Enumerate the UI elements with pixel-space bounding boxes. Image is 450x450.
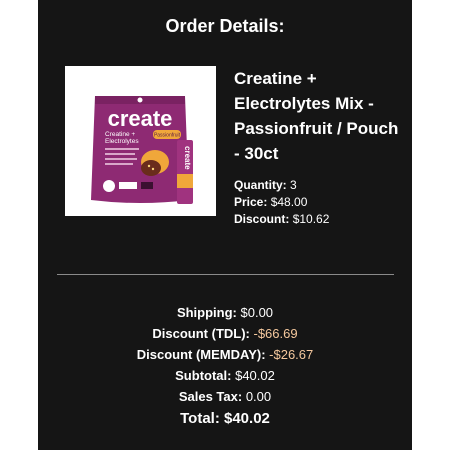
item-discount-label: Discount: [234, 212, 290, 226]
shipping-row: Shipping: $0.00 [38, 304, 412, 322]
discount-memday-row: Discount (MEMDAY): -$26.67 [38, 346, 412, 364]
subtotal-label: Subtotal: [175, 368, 232, 383]
creatine-pouch-illustration: create Creatine + Electrolytes Passionfr… [91, 96, 193, 204]
sales-tax-label: Sales Tax: [178, 389, 243, 404]
product-image[interactable]: create Creatine + Electrolytes Passionfr… [65, 66, 216, 216]
discount-tdl-row: Discount (TDL): -$66.69 [38, 325, 412, 343]
discount-tdl-label: Discount (TDL): [152, 326, 250, 341]
subtotal-value: $40.02 [235, 368, 275, 383]
total-value: $40.02 [224, 410, 270, 427]
flavor-badge-text: Passionfruit [154, 133, 181, 139]
price-label: Price: [234, 195, 268, 209]
sales-tax-value: 0.00 [245, 389, 272, 404]
cut-off-next-section [38, 445, 412, 450]
quantity-label: Quantity: [234, 178, 287, 192]
item-discount-value: $10.62 [292, 212, 330, 226]
product-title: Creatine + Electrolytes Mix - Passionfru… [234, 69, 399, 163]
pouch-text-line [105, 148, 139, 150]
quantity-value: 3 [290, 178, 297, 192]
section-divider [57, 274, 394, 275]
pouch-line-1: Creatine + [105, 131, 135, 138]
quantity-row: Quantity: 3 [234, 177, 404, 194]
sales-tax-row: Sales Tax: 0.00 [38, 388, 412, 406]
shipping-label: Shipping: [176, 305, 237, 320]
stick-pack-band [177, 174, 193, 188]
discount-tdl-value: -$66.69 [253, 326, 298, 341]
stick-pack-brand: create [183, 146, 192, 170]
pouch-line-2: Electrolytes [105, 138, 139, 145]
price-value: $48.00 [270, 195, 308, 209]
passionfruit-half-icon [141, 160, 161, 176]
total-label: Total: [180, 410, 220, 427]
item-discount-row: Discount: $10.62 [234, 211, 404, 228]
pouch-brand: create [108, 106, 173, 131]
total-row: Total: $40.02 [38, 410, 412, 428]
pouch-text-line [105, 153, 135, 155]
subtotal-row: Subtotal: $40.02 [38, 367, 412, 385]
badge-icon [103, 180, 115, 192]
pouch-text-line [105, 158, 137, 160]
pouch-hang-hole [137, 97, 143, 103]
discount-memday-value: -$26.67 [269, 347, 314, 362]
shipping-value: $0.00 [240, 305, 274, 320]
price-row: Price: $48.00 [234, 194, 404, 211]
discount-memday-label: Discount (MEMDAY): [136, 347, 266, 362]
badge-icon [119, 182, 137, 189]
order-details-panel: Order Details: create Creatine + Electro… [38, 0, 412, 450]
order-details-heading: Order Details: [165, 16, 285, 36]
badge-icon [141, 182, 153, 189]
pouch-text-line [105, 163, 133, 165]
